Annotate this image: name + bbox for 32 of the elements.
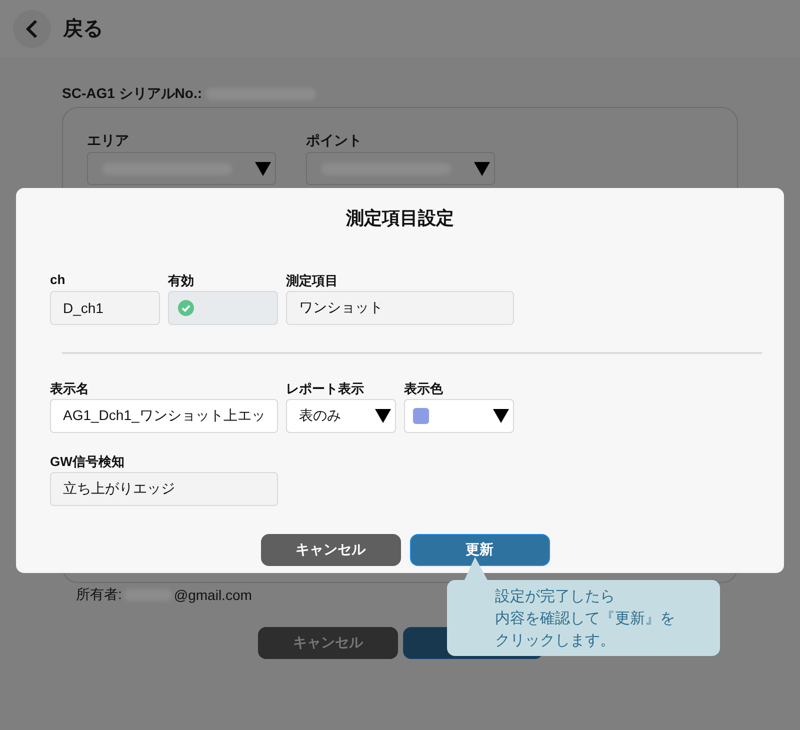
back-button[interactable] <box>13 10 51 48</box>
owner-email: @gmail.com <box>174 587 252 603</box>
dialog-title: 測定項目設定 <box>344 207 455 230</box>
select-field[interactable] <box>306 152 495 185</box>
select-field[interactable]: 表のみ <box>286 399 396 433</box>
owner-label: 所有者: <box>76 586 122 604</box>
color-select[interactable] <box>404 399 514 433</box>
serial-label: SC-AG1 シリアルNo.: <box>62 85 202 103</box>
cancel-button[interactable]: キャンセル <box>260 534 400 566</box>
field-label: ch <box>50 272 66 289</box>
caret-icon <box>375 409 391 423</box>
caret-icon <box>493 409 509 423</box>
field-label: ポイント <box>306 132 363 150</box>
caret-icon <box>474 162 490 176</box>
input-field[interactable]: AG1_Dch1_ワンショット上エッ <box>50 399 278 433</box>
field-label: 表示色 <box>404 380 444 397</box>
select-value: 表のみ <box>299 407 341 425</box>
caret-icon <box>255 162 271 176</box>
field-label: 表示名 <box>50 380 90 397</box>
field-label: 測定項目 <box>286 272 339 289</box>
checkbox-field[interactable] <box>168 291 278 325</box>
tooltip-text: 設定が完了したら <box>495 587 615 607</box>
chevron-left-icon <box>25 18 39 38</box>
field-label: レポート表示 <box>286 380 365 397</box>
tooltip-text: 内容を確認して『更新』を <box>495 609 675 629</box>
field-label: エリア <box>87 132 130 150</box>
tooltip-text: クリックします。 <box>495 631 615 651</box>
field-label: 有効 <box>168 272 195 289</box>
field-label: GW信号検知 <box>50 453 126 470</box>
back-link[interactable]: 戻る <box>63 15 103 42</box>
select-field[interactable] <box>87 152 276 185</box>
update-button[interactable]: 更新 <box>410 534 550 566</box>
